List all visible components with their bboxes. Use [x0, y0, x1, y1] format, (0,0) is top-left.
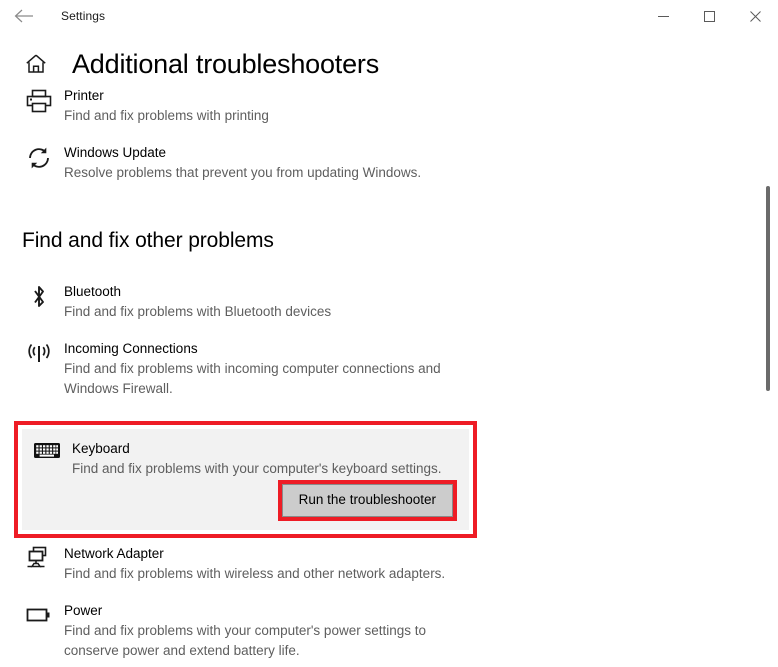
troubleshooter-name: Network Adapter: [64, 546, 164, 561]
run-troubleshooter-highlight: Run the troubleshooter: [277, 480, 457, 521]
section-heading: Find and fix other problems: [22, 229, 274, 252]
home-icon[interactable]: [22, 50, 50, 78]
troubleshooter-name: Power: [64, 603, 103, 618]
back-arrow-icon: [13, 8, 35, 24]
troubleshooter-name: Windows Update: [64, 145, 167, 160]
troubleshooter-name: Printer: [64, 88, 104, 103]
troubleshooter-description: Find and fix problems with wireless and …: [64, 566, 446, 581]
keyboard-row: Keyboard Find and fix problems with your…: [22, 429, 469, 479]
maximize-button[interactable]: [686, 0, 732, 32]
troubleshooter-description: Find and fix problems with your computer…: [72, 461, 442, 476]
run-troubleshooter-button[interactable]: Run the troubleshooter: [281, 484, 453, 517]
close-icon: [749, 10, 761, 22]
page-header: Additional troubleshooters: [0, 50, 778, 78]
close-button[interactable]: [732, 0, 778, 32]
troubleshooter-incoming-connections[interactable]: Incoming Connections Find and fix proble…: [22, 333, 778, 405]
printer-icon: [22, 86, 56, 114]
maximize-icon: [703, 10, 715, 22]
vertical-scrollbar[interactable]: [762, 34, 774, 654]
troubleshooter-description: Find and fix problems with printing: [64, 108, 269, 123]
window-controls: [640, 0, 778, 32]
troubleshooters-list: Printer Find and fix problems with print…: [0, 80, 778, 667]
title-bar: Settings: [0, 0, 778, 32]
keyboard-icon: [30, 439, 64, 461]
back-button[interactable]: [2, 1, 46, 31]
app-title: Settings: [61, 9, 106, 23]
troubleshooter-description: Resolve problems that prevent you from u…: [64, 165, 422, 180]
troubleshooter-windows-update[interactable]: Windows Update Resolve problems that pre…: [22, 137, 778, 189]
broadcast-icon: [22, 339, 56, 367]
troubleshooter-description: Find and fix problems with incoming comp…: [64, 361, 441, 396]
minimize-icon: [657, 11, 669, 22]
troubleshooter-power[interactable]: Power Find and fix problems with your co…: [22, 595, 778, 667]
minimize-button[interactable]: [640, 0, 686, 32]
troubleshooter-bluetooth[interactable]: Bluetooth Find and fix problems with Blu…: [22, 276, 778, 328]
troubleshooter-name: Bluetooth: [64, 284, 122, 299]
troubleshooter-printer[interactable]: Printer Find and fix problems with print…: [22, 80, 778, 132]
scrollbar-thumb[interactable]: [766, 186, 770, 391]
bluetooth-icon: [22, 282, 56, 310]
network-adapter-icon: [22, 544, 56, 572]
keyboard-troubleshooter-highlight: Keyboard Find and fix problems with your…: [14, 421, 477, 538]
troubleshooter-keyboard[interactable]: Keyboard Find and fix problems with your…: [22, 429, 469, 530]
troubleshooter-description: Find and fix problems with Bluetooth dev…: [64, 304, 332, 319]
troubleshooter-description: Find and fix problems with your computer…: [64, 623, 426, 658]
troubleshooter-network-adapter[interactable]: Network Adapter Find and fix problems wi…: [22, 538, 778, 590]
battery-icon: [22, 601, 56, 629]
troubleshooter-name: Incoming Connections: [64, 341, 198, 356]
troubleshooter-name: Keyboard: [72, 441, 130, 456]
page-title: Additional troubleshooters: [72, 48, 380, 79]
refresh-icon: [22, 143, 56, 171]
